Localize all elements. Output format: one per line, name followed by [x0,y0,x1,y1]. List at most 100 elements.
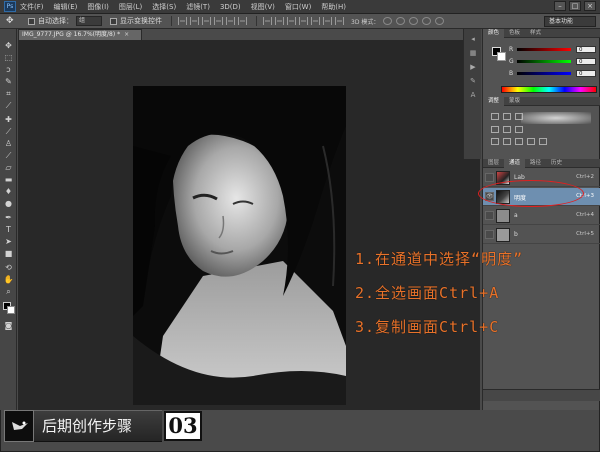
distribute-left-icon[interactable] [299,17,308,25]
roll-3d-icon[interactable] [396,17,406,25]
menu-view[interactable]: 视图(V) [251,2,275,12]
eraser-tool-icon[interactable]: ▱ [3,163,14,173]
menu-3d[interactable]: 3D(D) [220,3,241,11]
blue-slider[interactable]: B 0 [509,70,597,77]
drag-3d-icon[interactable] [409,17,419,25]
menu-help[interactable]: 帮助(H) [321,2,346,12]
clone-stamp-tool-icon[interactable]: ♙ [3,139,14,149]
invert-adjust-icon[interactable] [491,138,499,145]
background-color-swatch[interactable] [7,306,15,314]
tab-history[interactable]: 历史 [546,159,567,168]
path-select-tool-icon[interactable]: ➤ [3,237,14,247]
tab-layers[interactable]: 图层 [483,159,504,168]
green-slider[interactable]: G 0 [509,58,597,65]
panel-expand-icon[interactable]: ◂ [468,35,478,44]
document-tab[interactable]: IMG_9777.JPG @ 16.7%(明度/8) * × [18,29,142,40]
distribute-top-icon[interactable] [263,17,272,25]
align-center-icon[interactable] [226,17,235,25]
eye-icon[interactable] [485,211,494,220]
healing-brush-tool-icon[interactable]: ✚ [3,115,14,125]
color-balance-adjust-icon[interactable] [503,126,511,133]
pen-tool-icon[interactable]: ✒ [3,213,14,223]
gradient-tool-icon[interactable]: ▬ [3,175,14,185]
close-document-icon[interactable]: × [124,31,129,38]
dodge-tool-icon[interactable]: ● [3,199,14,209]
brush-tool-icon[interactable]: ⟋ [3,127,14,137]
lasso-tool-icon[interactable]: ↄ [3,65,14,75]
align-right-icon[interactable] [238,17,247,25]
hand-tool-icon[interactable]: ✋ [3,275,14,285]
align-middle-icon[interactable] [190,17,199,25]
menu-image[interactable]: 图像(I) [87,2,109,12]
tab-styles[interactable]: 样式 [525,29,546,38]
brightness-adjust-icon[interactable] [491,113,499,120]
maximize-button[interactable]: □ [569,1,581,11]
eye-icon[interactable] [485,173,494,182]
menu-filter[interactable]: 滤镜(T) [186,2,210,12]
tab-paths[interactable]: 路径 [525,159,546,168]
selective-color-adjust-icon[interactable] [539,138,547,145]
hue-adjust-icon[interactable] [491,126,499,133]
align-top-icon[interactable] [178,17,187,25]
history-brush-tool-icon[interactable]: ⟋ [3,151,14,161]
workspace-switcher[interactable]: 基本功能 [544,16,596,27]
crop-tool-icon[interactable]: ⌗ [3,89,14,99]
menu-window[interactable]: 窗口(W) [285,2,311,12]
rotate-3d-icon[interactable] [383,17,393,25]
close-button[interactable]: × [584,1,596,11]
gradient-map-adjust-icon[interactable] [527,138,535,145]
distribute-right-icon[interactable] [323,17,332,25]
menu-layer[interactable]: 图层(L) [119,2,142,12]
show-transform-checkbox[interactable] [110,17,117,25]
auto-select-checkbox[interactable] [28,17,35,25]
quick-mask-icon[interactable]: ◙ [3,321,14,331]
scale-3d-icon[interactable] [435,17,445,25]
eyedropper-tool-icon[interactable]: ⟋ [3,101,14,111]
move-tool-icon[interactable]: ✥ [6,16,20,27]
3d-rotate-tool-icon[interactable]: ⟲ [3,263,14,273]
distribute-middle-icon[interactable] [275,17,284,25]
tab-channels[interactable]: 通道 [504,159,526,168]
color-spectrum-bar[interactable] [501,86,597,93]
posterize-adjust-icon[interactable] [503,138,511,145]
align-bottom-icon[interactable] [202,17,211,25]
marquee-tool-icon[interactable]: ⬚ [3,53,14,63]
shape-tool-icon[interactable]: ■ [3,249,14,259]
auto-align-icon[interactable] [335,17,344,25]
actions-panel-icon[interactable]: ▶ [468,63,478,72]
character-panel-icon[interactable]: A [468,91,478,100]
quick-select-tool-icon[interactable]: ✎ [3,77,14,87]
green-gradient-bar[interactable] [517,60,571,63]
minimize-button[interactable]: – [554,1,566,11]
color-panel-background-swatch[interactable] [497,52,506,61]
tab-adjustments[interactable]: 调整 [483,97,505,106]
threshold-adjust-icon[interactable] [515,138,523,145]
red-value-field[interactable]: 0 [576,46,596,53]
green-value-field[interactable]: 0 [576,58,596,65]
tab-swatches[interactable]: 色板 [504,29,525,38]
menu-file[interactable]: 文件(F) [20,2,44,12]
brush-presets-panel-icon[interactable]: ✎ [468,77,478,86]
tab-masks[interactable]: 蒙版 [504,97,525,106]
channel-row-a[interactable]: a Ctrl+4 [483,207,600,225]
distribute-center-icon[interactable] [311,17,320,25]
levels-adjust-icon[interactable] [503,113,511,120]
red-slider[interactable]: R 0 [509,46,597,53]
blue-value-field[interactable]: 0 [576,70,596,77]
type-tool-icon[interactable]: T [3,225,14,235]
distribute-bottom-icon[interactable] [287,17,296,25]
history-panel-icon[interactable]: ▦ [468,49,478,58]
tab-color[interactable]: 颜色 [483,29,505,38]
zoom-tool-icon[interactable]: ⌕ [3,287,14,297]
menu-edit[interactable]: 编辑(E) [54,2,78,12]
bw-adjust-icon[interactable] [515,126,523,133]
auto-select-dropdown[interactable]: 组 [76,16,102,26]
blur-tool-icon[interactable]: ♦ [3,187,14,197]
move-tool-icon[interactable]: ✥ [3,41,14,51]
channel-row-b[interactable]: b Ctrl+5 [483,226,600,244]
menu-select[interactable]: 选择(S) [152,2,176,12]
red-gradient-bar[interactable] [517,48,571,51]
align-left-icon[interactable] [214,17,223,25]
eye-icon[interactable] [485,230,494,239]
blue-gradient-bar[interactable] [517,72,571,75]
